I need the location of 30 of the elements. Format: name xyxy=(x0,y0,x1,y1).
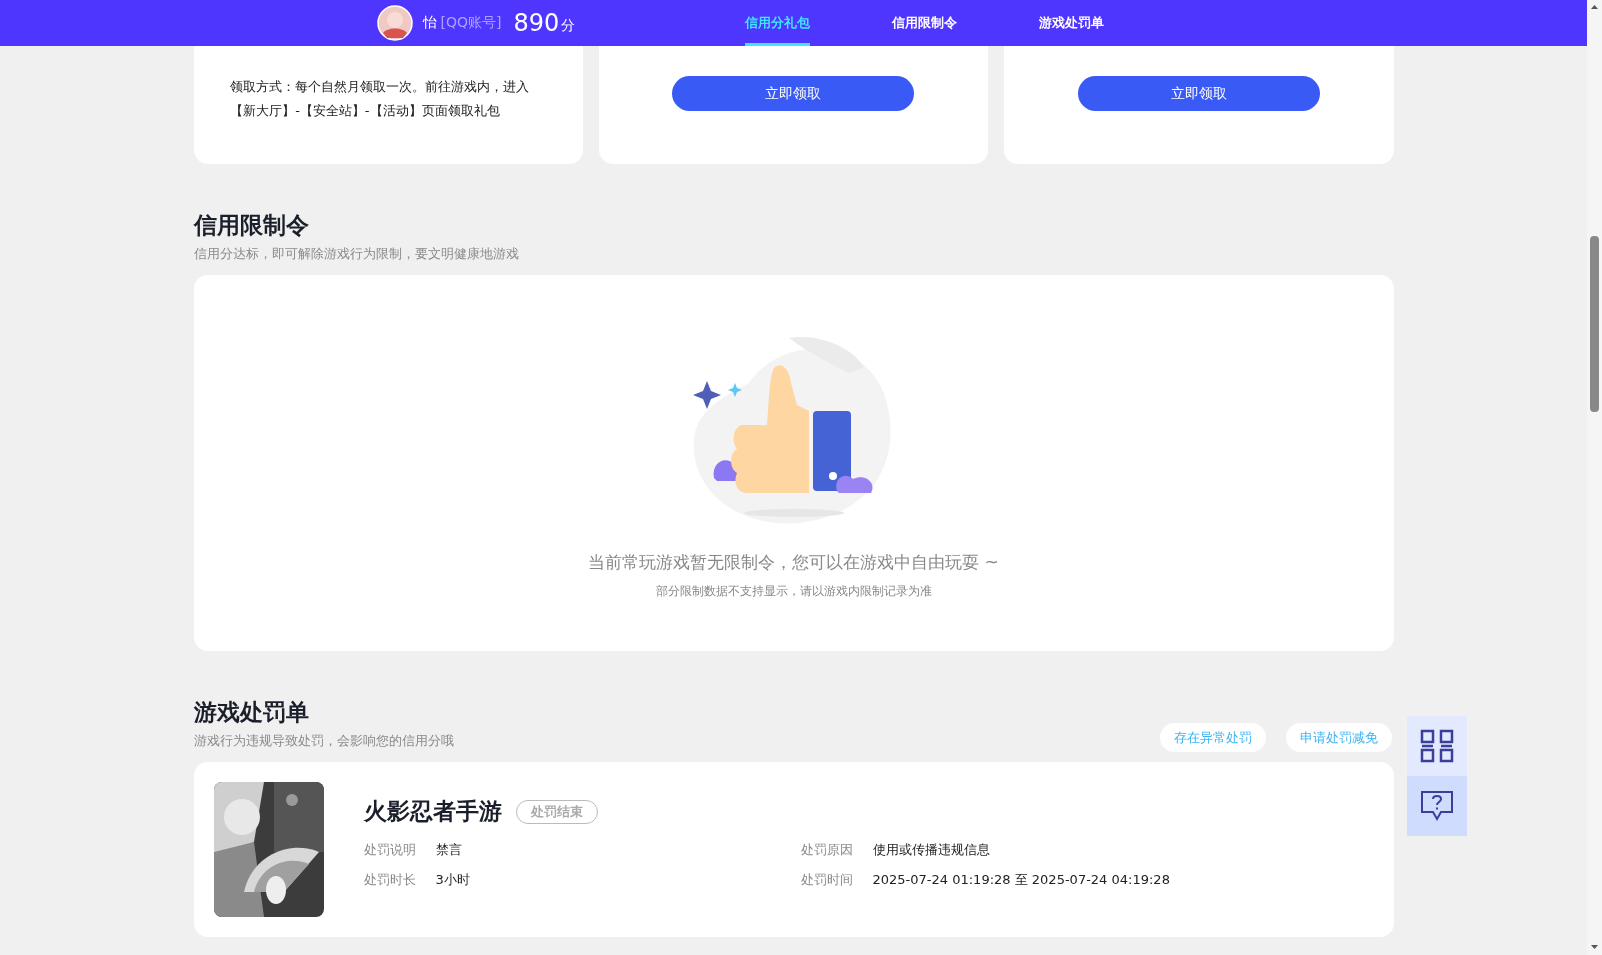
field-label: 处罚时间 xyxy=(800,871,854,889)
user-name: 怡 xyxy=(422,14,437,32)
field-value: 3小时 xyxy=(435,871,470,889)
section-subtitle: 信用分达标，即可解除游戏行为限制，要文明健康地游戏 xyxy=(193,245,520,263)
game-title: 火影忍者手游 xyxy=(363,797,502,826)
credit-score: 890 xyxy=(513,9,560,37)
claim-instructions: 领取方式：每个自然月领取一次。前往游戏内，进入【新大厅】-【安全站】-【活动】页面领取礼包 xyxy=(230,78,531,120)
nav-tab[interactable]: 信用限制令 xyxy=(892,0,958,46)
score-unit: 分 xyxy=(561,17,576,35)
help-button[interactable] xyxy=(1407,776,1467,836)
nav-tab[interactable]: 游戏处罚单 xyxy=(1039,0,1105,46)
account-label: [QQ账号] xyxy=(440,14,502,32)
help-icon xyxy=(1420,790,1454,822)
empty-note: 部分限制数据不支持显示，请以游戏内限制记录为准 xyxy=(655,584,932,599)
claim-button[interactable]: 立即领取 xyxy=(1077,76,1320,111)
scrollbar[interactable] xyxy=(1587,0,1602,955)
field-value: 使用或传播违规信息 xyxy=(872,841,990,859)
field-label: 处罚时长 xyxy=(363,871,417,889)
qr-code-icon xyxy=(1420,729,1454,763)
field-value: 2025-07-24 01:19:28 至 2025-07-24 04:19:28 xyxy=(872,871,1170,889)
field-label: 处罚原因 xyxy=(800,841,854,859)
avatar xyxy=(376,5,413,41)
claim-button[interactable]: 立即领取 xyxy=(672,76,915,111)
field-value: 禁言 xyxy=(435,841,462,859)
section-title: 游戏处罚单 xyxy=(193,698,310,727)
section-subtitle: 游戏行为违规导致处罚，会影响您的信用分哦 xyxy=(193,732,454,750)
qr-code-button[interactable] xyxy=(1407,716,1467,776)
empty-message: 当前常玩游戏暂无限制令，您可以在游戏中自由玩耍 ~ xyxy=(588,551,999,574)
section-title: 信用限制令 xyxy=(193,211,310,240)
field-label: 处罚说明 xyxy=(363,841,417,859)
